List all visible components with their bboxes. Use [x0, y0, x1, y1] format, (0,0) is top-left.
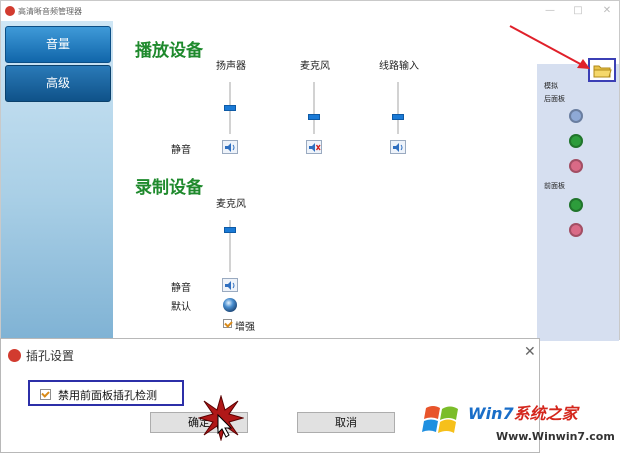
mic-mute-button[interactable]	[306, 140, 322, 154]
left-nav-panel: 音量 高级	[1, 21, 113, 341]
disable-front-jack-detection-option[interactable]: 禁用前面板插孔检测	[28, 380, 184, 406]
boost-label: 增强	[235, 322, 255, 333]
watermark-brand: Win7系统之家	[468, 404, 578, 423]
boost-checkbox[interactable]	[223, 319, 232, 328]
set-default-device-button[interactable]	[223, 298, 237, 312]
click-burst-icon	[198, 395, 244, 441]
window-title: 高清晰音频管理器	[18, 7, 82, 16]
slider-thumb[interactable]	[392, 114, 404, 120]
rec-mic-column-label: 麦克风	[216, 199, 246, 210]
nav-advanced-button[interactable]: 高级	[5, 65, 111, 102]
close-button[interactable]: ✕	[600, 4, 614, 18]
watermark-url: Www.Winwin7.com	[496, 430, 615, 443]
mic-column-label: 麦克风	[300, 61, 330, 72]
front-jack-pink[interactable]	[569, 223, 583, 237]
speaker-column-label: 扬声器	[216, 61, 246, 72]
slider-thumb[interactable]	[224, 105, 236, 111]
recording-mute-label: 静音	[171, 283, 191, 294]
cancel-button[interactable]: 取消	[297, 412, 395, 433]
default-device-label: 默认	[171, 302, 191, 313]
rec-mic-volume-slider[interactable]	[224, 220, 236, 272]
slider-track	[397, 82, 399, 134]
line-in-volume-slider[interactable]	[392, 82, 404, 134]
dialog-app-icon	[8, 349, 21, 362]
folder-icon	[593, 65, 612, 78]
analog-label: 模拟	[544, 82, 558, 90]
rear-panel-label: 后面板	[544, 95, 565, 103]
front-jack-green[interactable]	[569, 198, 583, 212]
minimize-button[interactable]: —	[543, 4, 557, 18]
speaker-icon	[225, 281, 235, 290]
nav-volume-button[interactable]: 音量	[5, 26, 111, 63]
app-icon	[5, 6, 15, 16]
speaker-mute-button[interactable]	[222, 140, 238, 154]
rear-jack-blue[interactable]	[569, 109, 583, 123]
speaker-muted-icon	[309, 143, 321, 152]
disable-front-jack-detection-label: 禁用前面板插孔检测	[58, 389, 157, 402]
rear-jack-green[interactable]	[569, 134, 583, 148]
line-in-mute-button[interactable]	[390, 140, 406, 154]
speaker-icon	[225, 143, 235, 152]
dialog-close-button[interactable]: ✕	[524, 344, 536, 360]
rec-mic-mute-button[interactable]	[222, 278, 238, 292]
slider-track	[313, 82, 315, 134]
slider-thumb[interactable]	[308, 114, 320, 120]
mic-volume-slider[interactable]	[308, 82, 320, 134]
audio-manager-window: 高清晰音频管理器 — □ ✕ 音量 高级 播放设备 扬声器 麦克风 线路输入 静…	[0, 0, 620, 341]
playback-mute-label: 静音	[171, 145, 191, 156]
speaker-icon	[393, 143, 403, 152]
dialog-title: 插孔设置	[26, 349, 75, 363]
front-panel-label: 前面板	[544, 182, 565, 190]
jack-settings-button[interactable]	[588, 58, 616, 82]
disable-front-jack-detection-checkbox[interactable]	[40, 389, 51, 400]
title-bar[interactable]: 高清晰音频管理器 — □ ✕	[1, 1, 619, 21]
playback-section-title: 播放设备	[135, 41, 203, 61]
slider-thumb[interactable]	[224, 227, 236, 233]
speaker-volume-slider[interactable]	[224, 82, 236, 134]
rear-jack-pink[interactable]	[569, 159, 583, 173]
recording-section-title: 录制设备	[135, 178, 203, 198]
windows-logo-icon	[422, 406, 458, 433]
line-in-column-label: 线路输入	[379, 61, 419, 72]
watermark: Win7系统之家 Www.Winwin7.com	[420, 396, 620, 452]
maximize-button[interactable]: □	[571, 4, 585, 18]
